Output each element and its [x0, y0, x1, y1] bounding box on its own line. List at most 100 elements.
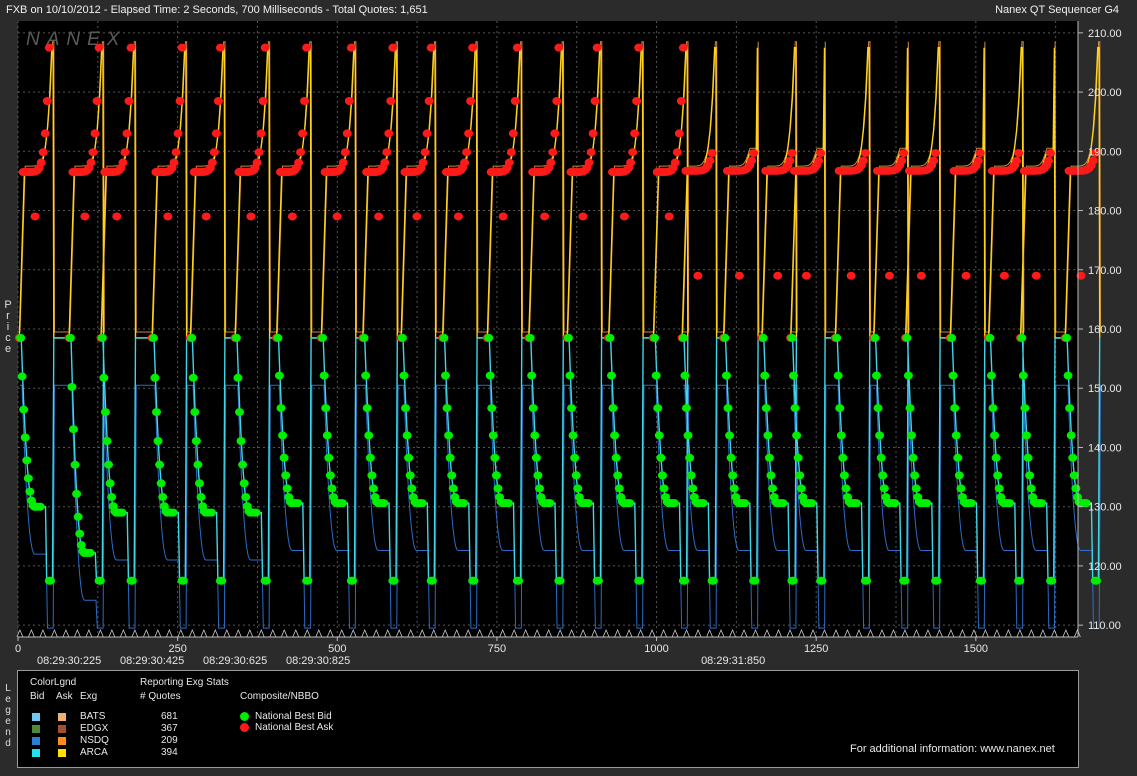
national-best-bid-point — [956, 484, 966, 493]
national-best-bid-point — [65, 333, 75, 342]
national-best-ask-point — [296, 148, 306, 157]
national-best-bid-point — [490, 453, 500, 462]
national-best-ask-point — [508, 129, 518, 138]
national-best-bid-point — [788, 371, 798, 380]
national-best-ask-point — [707, 149, 717, 158]
national-best-ask-point — [931, 149, 941, 158]
national-best-bid-point — [251, 508, 261, 517]
national-best-bid-point — [148, 333, 158, 342]
y-tick-label: 120.00 — [1088, 561, 1122, 573]
x-time-label: 08:29:30:625 — [203, 655, 267, 667]
national-best-bid-point — [1071, 484, 1081, 493]
national-best-ask-point — [169, 158, 179, 167]
national-best-bid-point — [563, 333, 573, 342]
national-best-ask-point — [462, 148, 472, 157]
national-best-ask-point — [785, 156, 795, 165]
national-best-ask-point — [464, 129, 474, 138]
national-best-bid-point — [838, 453, 848, 462]
national-best-ask-point — [209, 148, 219, 157]
national-best-ask-point — [124, 97, 134, 106]
national-best-ask-point — [453, 212, 463, 221]
national-best-bid-point — [514, 576, 524, 585]
national-best-bid-point — [875, 431, 885, 440]
national-best-bid-point — [680, 371, 690, 380]
national-best-bid-point — [188, 373, 198, 382]
national-best-bid-point — [191, 437, 201, 446]
legend-stats-col: # Quotes — [140, 691, 181, 702]
national-best-ask-point — [846, 271, 856, 280]
national-best-bid-point — [528, 404, 538, 413]
national-best-bid-point — [567, 404, 577, 413]
x-tick-label: 750 — [488, 643, 506, 655]
national-best-bid-point — [832, 333, 842, 342]
national-best-ask-point — [254, 148, 264, 157]
national-best-ask-point — [554, 43, 564, 52]
national-best-bid-point — [787, 333, 797, 342]
national-best-bid-point — [401, 404, 411, 413]
national-best-bid-point — [726, 453, 736, 462]
national-best-bid-point — [764, 453, 774, 462]
national-best-bid-point — [545, 499, 555, 508]
x-time-label: 08:29:30:425 — [120, 655, 184, 667]
national-best-ask-point — [36, 158, 46, 167]
national-best-ask-point — [44, 43, 54, 52]
national-best-ask-point — [816, 149, 826, 158]
national-best-ask-point — [975, 149, 985, 158]
national-best-bid-point — [190, 408, 200, 417]
national-best-ask-point — [773, 271, 783, 280]
national-best-bid-point — [1005, 499, 1015, 508]
national-best-bid-point — [657, 471, 667, 480]
national-best-ask-point — [118, 158, 128, 167]
national-best-bid-point — [1025, 471, 1035, 480]
national-best-bid-point — [68, 425, 78, 434]
national-best-ask-point — [90, 129, 100, 138]
legend-exchange-edgx: EDGX — [80, 723, 109, 734]
national-best-ask-point — [973, 156, 983, 165]
national-best-bid-point — [261, 576, 271, 585]
chart-header-product: Nanex QT Sequencer G4 — [995, 4, 1119, 16]
national-best-ask-point — [592, 43, 602, 52]
national-best-bid-point — [593, 576, 603, 585]
national-best-ask-point — [630, 129, 640, 138]
national-best-bid-point — [729, 484, 739, 493]
national-best-ask-point — [246, 212, 256, 221]
national-best-bid-point — [685, 453, 695, 462]
national-best-bid-point — [525, 333, 535, 342]
national-best-bid-point — [72, 489, 82, 498]
national-best-ask-point — [252, 158, 262, 167]
national-best-ask-point — [506, 148, 516, 157]
legend-ask-swatch-bats — [58, 713, 66, 721]
national-best-bid-point — [327, 484, 337, 493]
national-best-bid-point — [156, 479, 166, 488]
national-best-ask-point — [550, 129, 560, 138]
legend-exchange-bats: BATS — [80, 711, 106, 722]
footer-link-text[interactable]: For additional information: www.nanex.ne… — [850, 743, 1055, 755]
national-best-ask-point — [801, 271, 811, 280]
x-tick-label: 1000 — [644, 643, 668, 655]
national-best-bid-point — [740, 499, 750, 508]
national-best-ask-point — [294, 158, 304, 167]
national-best-ask-point — [287, 212, 297, 221]
national-best-bid-point — [721, 371, 731, 380]
legend-panel: ColorLgnd Bid Ask Exg Reporting Exg Stat… — [17, 670, 1079, 768]
national-best-bid-point — [367, 471, 377, 480]
national-best-ask-point — [498, 212, 508, 221]
national-best-bid-point — [1066, 431, 1076, 440]
national-best-bid-point — [760, 371, 770, 380]
national-best-bid-point — [530, 431, 540, 440]
national-best-bid-point — [795, 471, 805, 480]
chart-window: NANEX 210.00 200.00 190.00 180.00 170.00 160.… — [0, 0, 1137, 776]
national-best-ask-point — [211, 129, 221, 138]
national-best-bid-point — [100, 408, 110, 417]
national-best-bid-point — [728, 471, 738, 480]
national-best-bid-point — [555, 576, 565, 585]
national-best-ask-point — [332, 212, 342, 221]
national-best-bid-point — [362, 404, 372, 413]
national-best-bid-point — [217, 576, 227, 585]
national-best-bid-point — [445, 453, 455, 462]
national-best-bid-point — [503, 499, 513, 508]
national-best-bid-point — [404, 453, 414, 462]
legend-composite-title: Composite/NBBO — [240, 691, 319, 702]
national-best-bid-point — [1068, 453, 1078, 462]
national-best-ask-point — [916, 271, 926, 280]
